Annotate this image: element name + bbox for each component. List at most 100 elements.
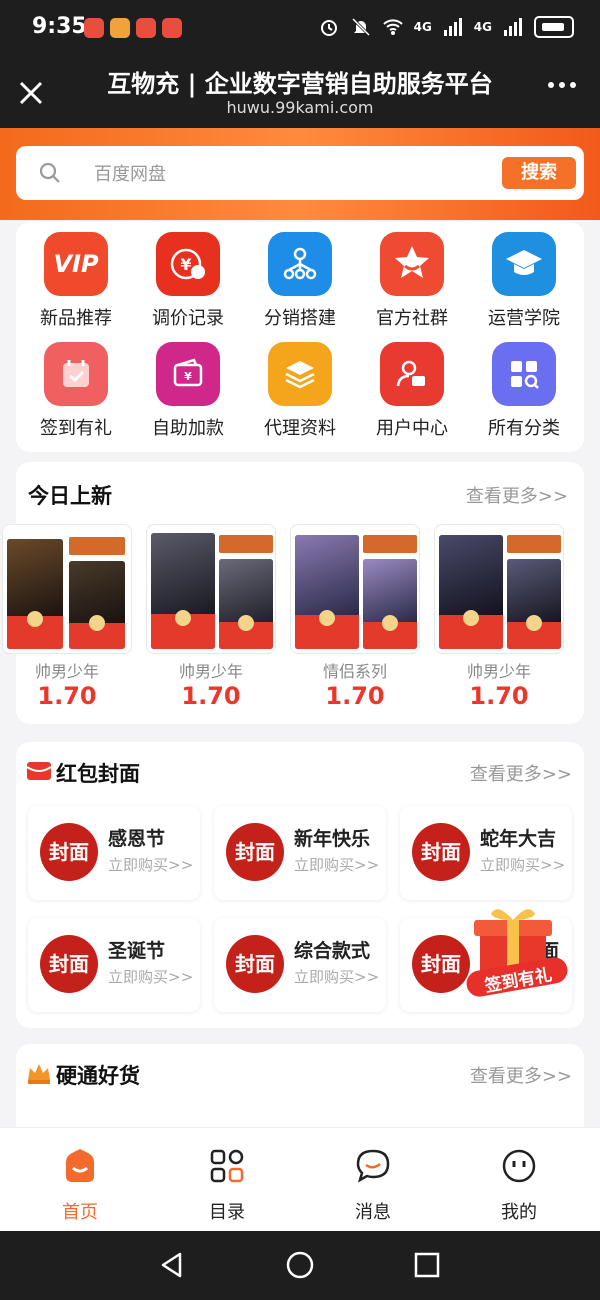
buy-now-link[interactable]: 立即购买>> — [294, 854, 379, 875]
wifi-icon — [382, 19, 403, 35]
weibo-icon — [136, 18, 156, 38]
cover-item[interactable]: 封面 蛇年大吉 立即购买>> — [400, 806, 572, 900]
menu-item-new-products[interactable]: VIP 新品推荐 — [20, 232, 132, 330]
home-icon — [66, 1149, 94, 1182]
system-nav-bar — [0, 1231, 600, 1300]
app-notification-icon — [110, 18, 130, 38]
search-bar[interactable]: 百度网盘 搜索 — [16, 146, 584, 200]
tab-label: 首页 — [62, 1202, 98, 1223]
battery-icon — [534, 16, 574, 38]
crown-icon — [28, 1064, 50, 1084]
product-name: 帅男少年 — [466, 662, 531, 681]
cover-name: 蛇年大吉 — [480, 828, 557, 850]
bottom-tab-bar: 首页 目录 消息 我的 — [0, 1127, 600, 1231]
menu-label: 官方社群 — [376, 308, 448, 329]
menu-item-user-center[interactable]: 用户中心 — [356, 342, 468, 440]
product-thumbnail — [290, 524, 420, 654]
cover-seal: 封面 — [40, 823, 98, 881]
tab-catalog[interactable]: 目录 — [177, 1146, 277, 1224]
sign-in-gift-button[interactable]: 签到有礼 — [462, 898, 572, 1008]
menu-item-distribution[interactable]: 分销搭建 — [244, 232, 356, 330]
more-options-button[interactable] — [548, 82, 576, 88]
search-button[interactable]: 搜索 — [502, 157, 576, 189]
status-indicators: 4G 4G — [318, 16, 574, 38]
notification-icons — [84, 18, 182, 38]
product-card[interactable]: 帅男少年 1.70 — [2, 524, 132, 710]
menu-label: 自助加款 — [152, 418, 224, 439]
menu-item-all-categories[interactable]: 所有分类 — [468, 342, 580, 440]
yen-price-icon: ¥ — [156, 232, 220, 296]
cover-item[interactable]: 封面 新年快乐 立即购买>> — [214, 806, 386, 900]
product-name: 情侣系列 — [322, 662, 387, 681]
product-card[interactable]: 帅男少年 1.70 — [146, 524, 276, 710]
tab-messages[interactable]: 消息 — [323, 1146, 423, 1224]
product-price: 1.70 — [37, 682, 97, 710]
see-more-link[interactable]: 查看更多>> — [470, 760, 572, 786]
top-bar: 9:35 4G 4G 互物充 | 企业数字营销自助服务平台 huwu.99kam… — [0, 0, 600, 128]
menu-item-agent-docs[interactable]: 代理资料 — [244, 342, 356, 440]
see-more-link[interactable]: 查看更多>> — [470, 1062, 572, 1088]
back-icon[interactable] — [158, 1251, 186, 1279]
cover-seal: 封面 — [40, 935, 98, 993]
menu-label: 所有分类 — [488, 418, 560, 439]
product-name: 帅男少年 — [34, 662, 99, 681]
svg-text:¥: ¥ — [184, 370, 192, 383]
signal-icon — [443, 18, 462, 36]
cover-seal: 封面 — [412, 823, 470, 881]
red-envelope-icon — [26, 762, 52, 780]
section-title: 硬通好货 — [56, 1064, 140, 1088]
search-icon — [39, 162, 60, 183]
menu-item-academy[interactable]: 运营学院 — [468, 232, 580, 330]
mute-bell-icon — [351, 17, 370, 37]
page-title: 互物充 | 企业数字营销自助服务平台 — [107, 70, 493, 98]
alarm-icon — [320, 20, 337, 36]
cover-item[interactable]: 封面 综合款式 立即购买>> — [214, 918, 386, 1012]
tab-profile[interactable]: 我的 — [469, 1146, 569, 1224]
buy-now-link[interactable]: 立即购买>> — [108, 966, 193, 987]
menu-label: 调价记录 — [152, 308, 224, 329]
buy-now-link[interactable]: 立即购买>> — [294, 966, 379, 987]
signal-4g-label: 4G — [473, 20, 492, 34]
menu-item-community[interactable]: 官方社群 — [356, 232, 468, 330]
buy-now-link[interactable]: 立即购买>> — [108, 854, 193, 875]
buy-now-link[interactable]: 立即购买>> — [480, 854, 565, 875]
home-circle-icon[interactable] — [286, 1251, 314, 1279]
menu-label: 用户中心 — [376, 418, 448, 439]
product-price: 1.70 — [469, 682, 529, 710]
product-thumbnail — [434, 524, 564, 654]
svg-text:¥: ¥ — [180, 255, 191, 274]
dot-icon — [548, 82, 554, 88]
tab-home[interactable]: 首页 — [30, 1146, 130, 1224]
tab-label: 目录 — [209, 1202, 245, 1223]
product-card[interactable]: 帅男少年 1.70 — [434, 524, 564, 710]
menu-item-checkin[interactable]: 签到有礼 — [20, 342, 132, 440]
product-card[interactable]: 情侣系列 1.70 — [290, 524, 420, 710]
star-smile-icon — [380, 232, 444, 296]
menu-label: 分销搭建 — [264, 308, 336, 329]
recents-icon[interactable] — [414, 1252, 440, 1278]
product-thumbnail — [2, 524, 132, 654]
page-url: huwu.99kami.com — [226, 98, 374, 117]
cover-name: 圣诞节 — [108, 940, 166, 962]
status-time: 9:35 — [32, 14, 87, 39]
menu-item-price-log[interactable]: ¥ 调价记录 — [132, 232, 244, 330]
weibo-icon — [162, 18, 182, 38]
new-today-section: 今日上新 查看更多>> 帅男少年 1.70 帅男少年 1.70 情侣系列 1.7… — [2, 462, 584, 724]
product-name: 帅男少年 — [178, 662, 243, 681]
user-card-icon — [380, 342, 444, 406]
menu-label: 签到有礼 — [40, 418, 112, 439]
cover-seal: 封面 — [226, 935, 284, 993]
cover-name: 新年快乐 — [294, 828, 371, 850]
menu-label: 代理资料 — [264, 418, 336, 439]
cover-item[interactable]: 封面 圣诞节 立即购买>> — [28, 918, 200, 1012]
product-price: 1.70 — [325, 682, 385, 710]
menu-label: 运营学院 — [488, 308, 560, 329]
signal-icon — [504, 18, 522, 36]
see-more-link[interactable]: 查看更多>> — [466, 482, 568, 508]
search-input[interactable]: 百度网盘 — [94, 160, 166, 186]
menu-item-top-up[interactable]: ¥ 自助加款 — [132, 342, 244, 440]
vip-icon: VIP — [44, 232, 108, 296]
cover-item[interactable]: 封面 感恩节 立即购买>> — [28, 806, 200, 900]
quick-menu: VIP 新品推荐 ¥ 调价记录 分销搭建 官方社群 运营学院 签到有礼 ¥ 自助… — [16, 222, 584, 452]
dot-icon — [559, 82, 565, 88]
